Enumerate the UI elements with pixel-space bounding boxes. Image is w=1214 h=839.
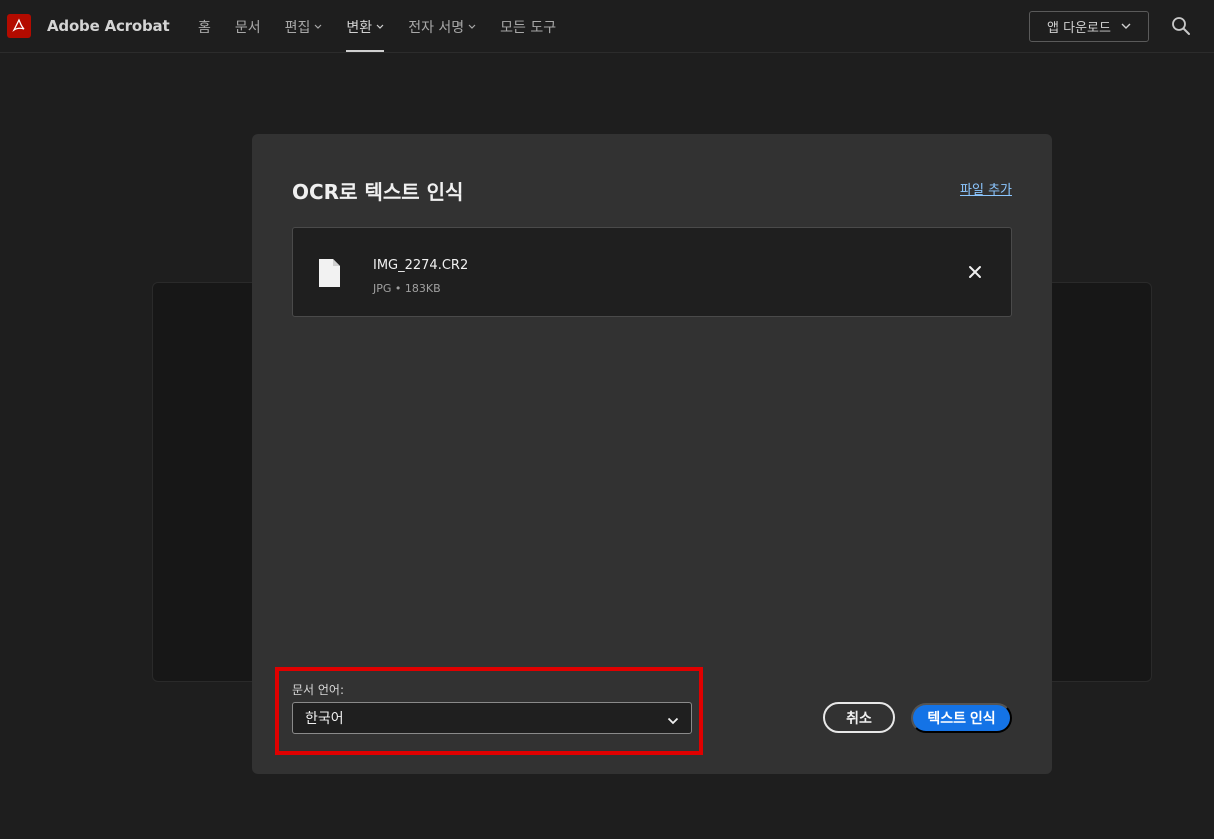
file-meta: JPG • 183KB <box>373 282 441 295</box>
file-name: IMG_2274.CR2 <box>373 258 469 273</box>
brand-home-link[interactable]: Adobe Acrobat <box>7 14 170 38</box>
chevron-down-icon <box>1121 23 1131 30</box>
nav-item-all-tools[interactable]: 모든 도구 <box>500 0 556 53</box>
document-language-label: 문서 언어: <box>292 683 345 697</box>
selected-language: 한국어 <box>305 711 344 727</box>
search-icon[interactable] <box>1171 16 1191 36</box>
nav-item-label: 변환 <box>346 19 373 36</box>
acrobat-logo-icon <box>7 14 31 38</box>
nav-item-label: 홈 <box>198 19 211 36</box>
close-icon[interactable] <box>967 264 983 280</box>
nav-item-documents[interactable]: 문서 <box>235 0 261 53</box>
nav-item-label: 문서 <box>234 19 261 36</box>
document-language-select[interactable]: 한국어 <box>292 702 692 734</box>
top-navigation-bar: Adobe Acrobat 홈 문서 편집 변환 전자 서명 모든 도구 앱 다… <box>0 0 1214 53</box>
download-app-button[interactable]: 앱 다운로드 <box>1029 11 1149 42</box>
recognize-text-button[interactable]: 텍스트 인식 <box>911 703 1012 733</box>
nav-item-edit[interactable]: 편집 <box>285 0 323 53</box>
download-app-label: 앱 다운로드 <box>1047 21 1111 36</box>
nav-item-convert[interactable]: 변환 <box>346 0 384 53</box>
chevron-down-icon <box>667 713 679 729</box>
main-nav: 홈 문서 편집 변환 전자 서명 모든 도구 <box>198 0 580 53</box>
nav-item-home[interactable]: 홈 <box>198 0 211 53</box>
cancel-button[interactable]: 취소 <box>823 702 895 733</box>
nav-item-e-sign[interactable]: 전자 서명 <box>408 0 476 53</box>
dialog-title: OCR로 텍스트 인식 <box>292 180 464 204</box>
nav-item-label: 모든 도구 <box>500 19 557 36</box>
nav-item-label: 전자 서명 <box>408 19 465 36</box>
chevron-down-icon <box>314 24 322 30</box>
document-icon <box>317 258 341 292</box>
add-file-link[interactable]: 파일 추가 <box>960 179 1012 198</box>
chevron-down-icon <box>468 24 476 30</box>
ocr-dialog: OCR로 텍스트 인식 파일 추가 IMG_2274.CR2 JPG • 183… <box>252 134 1052 774</box>
nav-item-label: 편집 <box>284 19 311 36</box>
file-list-item: IMG_2274.CR2 JPG • 183KB <box>292 227 1012 317</box>
brand-name: Adobe Acrobat <box>47 17 170 35</box>
chevron-down-icon <box>376 24 384 30</box>
